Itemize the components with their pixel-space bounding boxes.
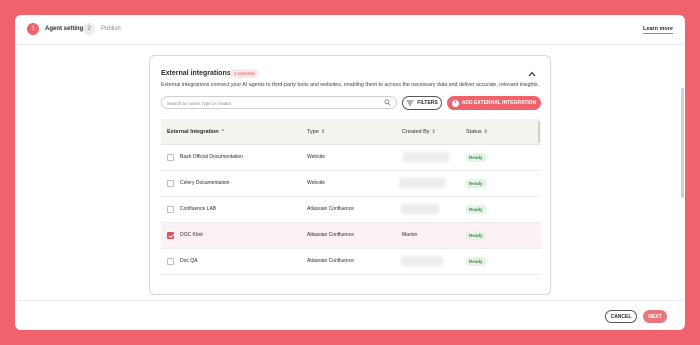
chevron-up-icon[interactable] [528,71,536,77]
status-badge: Ready [465,231,487,240]
filters-button[interactable]: FILTERS [402,96,442,110]
external-integrations-card: External integrations 1 selected Externa… [149,55,551,295]
page-scrollbar[interactable] [681,88,684,198]
sort-icon: ⇕ [320,129,326,135]
cancel-button[interactable]: CANCEL [605,310,637,323]
created-by-redacted [399,178,445,188]
selected-count-badge: 1 selected [230,69,259,78]
integration-type: Atlassian Confluence [307,232,354,238]
step-agent-settings[interactable]: 1 Agent settings [27,23,87,35]
created-by: Marion [402,232,418,238]
search-input[interactable] [167,99,377,107]
status-badge: Ready [465,179,487,188]
column-header-external-integration[interactable]: External Integration ⌃ [167,129,225,135]
main-window: 1 Agent settings 2 Publish Learn more Ex… [15,15,685,330]
step-number: 1 [27,23,39,35]
add-external-integration-button[interactable]: + ADD EXTERNAL INTEGRATION [447,96,541,110]
integration-type: Website [307,180,325,186]
next-button[interactable]: NEXT [643,310,667,323]
integration-type: Atlassian Confluence [307,258,354,264]
filters-label: FILTERS [417,100,438,106]
integration-name: Bash Official Documentation [180,154,243,160]
sort-icon: ⇕ [483,129,488,135]
step-label: Publish [101,26,121,32]
row-checkbox[interactable] [167,180,174,187]
table-row[interactable]: Confluence LAB Atlassian Confluence Read… [161,197,541,223]
learn-more-link[interactable]: Learn more [643,26,673,34]
card-description: External integrations connect your AI ag… [161,82,540,88]
integrations-table: External Integration ⌃ Type ⇕ Created By… [161,119,541,292]
status-badge: Ready [465,257,487,266]
integration-name: Celery Documentation [180,180,230,186]
search-box [161,96,397,109]
column-header-status[interactable]: Status ⇕ [466,129,488,135]
integration-name: DOC Kbot [180,232,203,238]
sort-asc-icon: ⌃ [220,129,225,135]
search-icon[interactable] [384,99,391,106]
created-by-redacted [401,204,439,214]
column-header-type[interactable]: Type ⇕ [307,129,325,135]
step-number: 2 [83,23,95,35]
row-checkbox[interactable] [167,232,174,239]
table-scrollbar[interactable] [538,121,540,143]
column-header-created-by[interactable]: Created By ⇕ [402,129,436,135]
table-header: External Integration ⌃ Type ⇕ Created By… [161,119,541,145]
row-checkbox[interactable] [167,154,174,161]
created-by-redacted [403,152,449,162]
sort-icon: ⇕ [431,129,436,135]
filter-lines-icon [406,100,414,106]
plus-circle-icon: + [451,99,459,107]
table-row[interactable]: Bash Official Documentation Website Read… [161,145,541,171]
footer-actions: CANCEL NEXT [15,300,685,330]
step-label: Agent settings [45,26,87,32]
status-badge: Ready [465,205,487,214]
step-publish[interactable]: 2 Publish [83,23,121,35]
table-row[interactable]: Doc QA Atlassian Confluence Ready [161,249,541,275]
add-button-label: ADD EXTERNAL INTEGRATION [461,100,537,106]
card-title: External integrations [161,70,231,77]
stepper-header: 1 Agent settings 2 Publish Learn more [15,15,685,45]
status-badge: Ready [465,153,487,162]
integration-type: Atlassian Confluence [307,206,354,212]
table-row[interactable]: Celery Documentation Website Ready [161,171,541,197]
integration-type: Website [307,154,325,160]
row-checkbox[interactable] [167,206,174,213]
integration-name: Confluence LAB [180,206,217,212]
table-row[interactable]: DOC Kbot Atlassian Confluence Marion Rea… [161,223,541,249]
created-by-redacted [401,256,443,266]
row-checkbox[interactable] [167,258,174,265]
integration-name: Doc QA [180,258,198,264]
